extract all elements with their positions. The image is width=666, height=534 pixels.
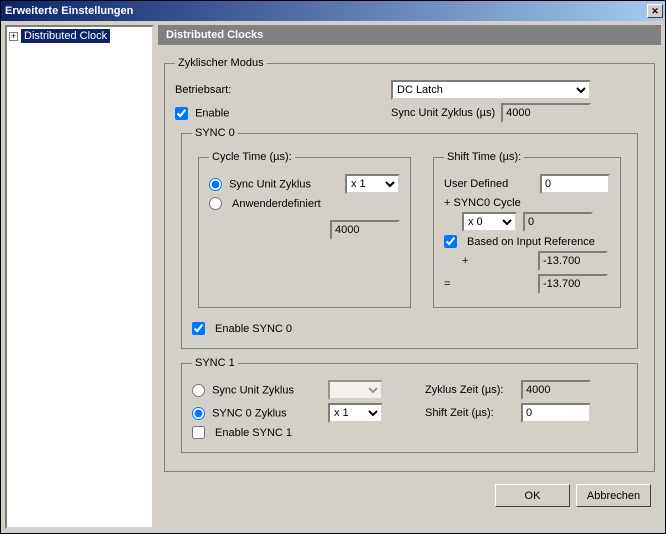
select-sync1-mult-disabled xyxy=(328,380,383,400)
field-shift-plus xyxy=(538,251,608,271)
field-shift-eq xyxy=(538,274,608,294)
radio-sync1-syncunit[interactable] xyxy=(192,384,205,397)
label-sync1-sync0: SYNC 0 Zyklus xyxy=(212,407,287,419)
legend-sync0-cycle: Cycle Time (µs): xyxy=(209,151,295,163)
select-sync0-mult[interactable]: x 1 xyxy=(345,174,400,194)
select-sync1-mult[interactable]: x 1 xyxy=(328,403,383,423)
legend-sync1: SYNC 1 xyxy=(192,357,238,369)
select-plus-mult[interactable]: x 0 xyxy=(462,212,517,232)
group-sync0: SYNC 0 Cycle Time (µs): Sync Unit Zyklus xyxy=(181,127,638,349)
label-plus-sync0-cycle: + SYNC0 Cycle xyxy=(444,197,521,209)
radio-sync0-syncunit[interactable] xyxy=(209,178,222,191)
nav-tree[interactable]: + Distributed Clock xyxy=(5,25,154,529)
close-icon[interactable]: ✕ xyxy=(647,4,663,18)
tree-expand-icon[interactable]: + xyxy=(9,32,18,41)
label-eq-sign: = xyxy=(444,278,532,290)
titlebar: Erweiterte Einstellungen ✕ xyxy=(1,1,665,21)
label-sync-unit-cycle: Sync Unit Zyklus (µs) xyxy=(391,107,495,119)
field-sync-unit-cycle xyxy=(501,103,591,123)
checkbox-enable[interactable] xyxy=(175,107,188,120)
radio-sync1-sync0[interactable] xyxy=(192,407,205,420)
ok-button[interactable]: OK xyxy=(495,484,570,507)
group-cyclic-mode: Zyklischer Modus Betriebsart: DC Latch E… xyxy=(164,57,655,472)
cancel-button[interactable]: Abbrechen xyxy=(576,484,651,507)
field-sync1-cycle xyxy=(521,380,591,400)
legend-cyclic: Zyklischer Modus xyxy=(175,57,267,69)
label-enable-sync0: Enable SYNC 0 xyxy=(215,323,292,335)
label-mode: Betriebsart: xyxy=(175,84,385,96)
group-sync0-cycle: Cycle Time (µs): Sync Unit Zyklus x 1 xyxy=(198,151,411,308)
label-sync0-syncunit: Sync Unit Zyklus xyxy=(229,178,311,190)
field-sync1-shift[interactable] xyxy=(521,403,591,423)
legend-sync0-shift: Shift Time (µs): xyxy=(444,151,524,163)
label-sync1-cycle: Zyklus Zeit (µs): xyxy=(425,384,515,396)
label-based-on-input-ref: Based on Input Reference xyxy=(467,236,595,248)
field-user-defined[interactable] xyxy=(540,174,610,194)
window-title: Erweiterte Einstellungen xyxy=(5,5,133,17)
label-sync0-userdef: Anwenderdefiniert xyxy=(232,198,321,210)
group-sync0-shift: Shift Time (µs): User Defined + SYNC0 Cy… xyxy=(433,151,621,308)
label-enable-sync1: Enable SYNC 1 xyxy=(215,427,292,439)
label-sync1-shift: Shift Zeit (µs): xyxy=(425,407,515,419)
field-sync0-cycle-value xyxy=(330,220,400,240)
label-sync1-syncunit: Sync Unit Zyklus xyxy=(212,384,294,396)
label-plus-sign: + xyxy=(462,255,532,267)
page-title: Distributed Clocks xyxy=(158,25,661,45)
dialog-window: Erweiterte Einstellungen ✕ + Distributed… xyxy=(0,0,666,534)
checkbox-based-on-input-ref[interactable] xyxy=(444,235,457,248)
group-sync1: SYNC 1 Sync Unit Zyklus Zyklus Zeit (µs)… xyxy=(181,357,638,453)
field-plus-value xyxy=(523,212,593,232)
select-operation-mode[interactable]: DC Latch xyxy=(391,80,591,100)
label-enable: Enable xyxy=(195,107,229,119)
radio-sync0-userdef[interactable] xyxy=(209,197,222,210)
checkbox-enable-sync0[interactable] xyxy=(192,322,205,335)
checkbox-enable-sync1[interactable] xyxy=(192,426,205,439)
legend-sync0: SYNC 0 xyxy=(192,127,238,139)
tree-item-distributed-clock[interactable]: Distributed Clock xyxy=(21,29,110,43)
label-user-defined: User Defined xyxy=(444,178,534,190)
